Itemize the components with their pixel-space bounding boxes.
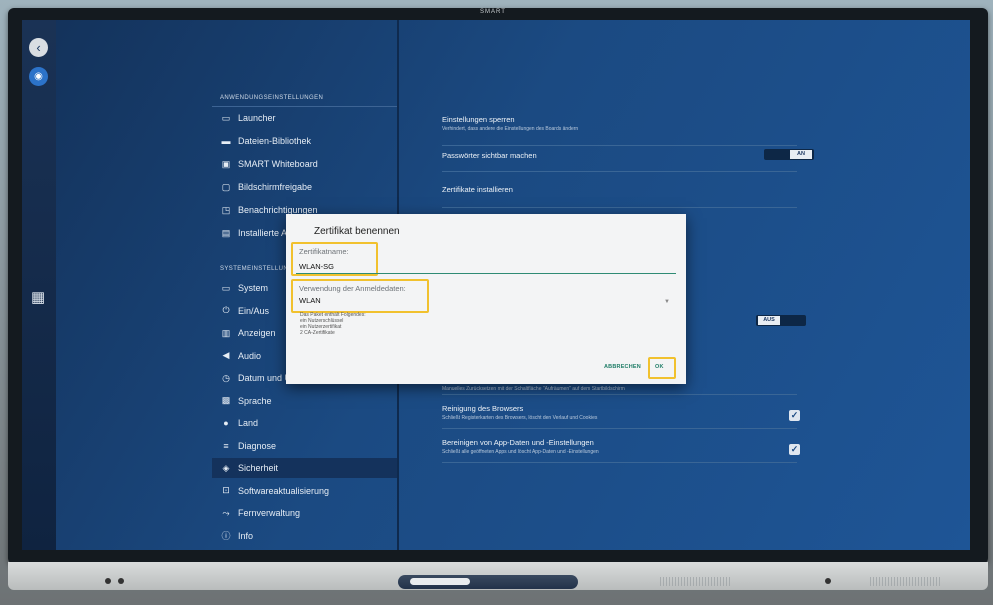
package-contents: Das Paket enthält Folgendes: ein Nutzers… [300, 312, 366, 336]
install-certs-title: Zertifikate installieren [442, 185, 513, 194]
menu-item-label: Audio [238, 350, 262, 361]
sensor-icon [825, 578, 831, 584]
home-icon[interactable]: ◉ [29, 67, 48, 86]
menu-item-label: Sprache [238, 395, 272, 406]
menu-item-label: Dateien-Bibliothek [238, 136, 312, 146]
apps-icon: ▤ [221, 227, 231, 238]
back-icon[interactable]: ‹ [29, 38, 48, 57]
toggle-on-label: AN [790, 150, 812, 159]
menu-item-label: Fernverwaltung [238, 508, 301, 518]
certificate-name-input[interactable]: WLAN-SG [299, 262, 334, 271]
certificate-name-dialog: Zertifikat benennen Zertifikatname: WLAN… [286, 214, 686, 384]
menu-item[interactable]: ◈ Sicherheit [212, 458, 397, 478]
notification-icon: ◳ [221, 204, 231, 215]
monitor-icon: ▭ [221, 282, 231, 293]
menu-item[interactable]: ⤳ Fernverwaltung [212, 503, 397, 523]
menu-item-label: SMART Whiteboard [238, 159, 318, 169]
language-icon: ▩ [221, 395, 231, 405]
shield-icon: ◈ [222, 462, 230, 473]
menu-item[interactable]: ▭ Launcher [212, 108, 397, 128]
appdata-cleanup-title: Bereinigen von App-Daten und -Einstellun… [442, 438, 594, 447]
window-icon: ▭ [221, 112, 231, 123]
device-brand: SMART [480, 9, 506, 15]
info-icon: ⓘ [221, 531, 231, 541]
ok-button[interactable]: OK [655, 364, 664, 370]
menu-item[interactable]: ▩ Sprache [212, 391, 397, 411]
whiteboard-icon: ▣ [221, 158, 231, 169]
menu-item-label: Ein/Aus [238, 305, 270, 316]
auto-cleanup-toggle[interactable]: AUS [756, 315, 806, 326]
update-icon: ⊡ [222, 485, 230, 495]
input-button-icon[interactable] [118, 578, 124, 584]
manual-reset-subtitle: Manuelles Zurücksetzen mit der Schaltflä… [442, 386, 625, 392]
chevron-down-icon[interactable]: ▼ [664, 299, 670, 305]
menu-item-label: Softwareaktualisierung [238, 485, 330, 496]
lock-settings-title: Einstellungen sperren [442, 115, 515, 124]
speaker-icon: ◀ [222, 350, 230, 360]
menu-item-label: Sicherheit [238, 463, 279, 473]
menu-item-label: Info [238, 530, 254, 541]
appdata-cleanup-row: Bereinigen von App-Daten und -Einstellun… [442, 438, 797, 463]
install-certs-row[interactable]: Zertifikate installieren [442, 185, 797, 208]
menu-item-label: Anzeigen [238, 328, 276, 338]
appdata-cleanup-subtitle: Schließt alle geöffneten Apps und löscht… [442, 449, 599, 455]
remote-icon: ⤳ [222, 507, 230, 518]
menu-item-label: Diagnose [238, 440, 277, 451]
browser-cleanup-checkbox[interactable]: ✓ [789, 410, 800, 421]
show-passwords-title: Passwörter sichtbar machen [442, 151, 537, 160]
clock-icon: ◷ [222, 372, 230, 383]
show-passwords-row: Passwörter sichtbar machen [442, 151, 797, 172]
menu-item[interactable]: ⓘ Info [212, 526, 397, 546]
menu-item[interactable]: ● Land [212, 413, 397, 433]
menu-item-label: System [238, 283, 269, 293]
lock-settings-row[interactable]: Einstellungen sperren Verhindert, dass a… [442, 115, 797, 146]
screen-share-icon: ▢ [221, 181, 231, 192]
package-line: 2 CA-Zertifikate [300, 330, 335, 336]
menu-divider [212, 106, 397, 107]
lock-settings-subtitle: Verhindert, dass andere die Einstellunge… [442, 126, 579, 132]
app-settings-heading: ANWENDUNGSEINSTELLUNGEN [220, 95, 324, 101]
credential-usage-select[interactable]: WLAN [299, 296, 321, 305]
location-icon: ● [223, 418, 229, 428]
browser-cleanup-row: Reinigung des Browsers Schließt Register… [442, 404, 797, 429]
menu-item-label: Bildschirmfreigabe [238, 182, 313, 192]
speaker-grill [870, 577, 940, 586]
name-input-underline [296, 273, 676, 274]
list-icon: ≡ [223, 440, 229, 451]
left-rail: ‹ ◉ ▦ [22, 20, 56, 550]
cancel-button[interactable]: ABBRECHEN [604, 364, 641, 370]
browser-cleanup-subtitle: Schließt Registerkarten des Browsers, lö… [442, 415, 598, 421]
apps-grid-icon[interactable]: ▦ [31, 288, 45, 306]
pen-icon[interactable] [410, 578, 470, 585]
speaker-grill [660, 577, 730, 586]
menu-item[interactable]: ≡ Diagnose [212, 436, 397, 456]
browser-cleanup-title: Reinigung des Browsers [442, 404, 524, 413]
menu-item-label: Land [238, 418, 259, 428]
display-icon: ▥ [221, 327, 231, 338]
power-icon: ⏻ [222, 305, 230, 315]
menu-item[interactable]: ▬ Dateien-Bibliothek [212, 131, 397, 151]
menu-item[interactable]: ▢ Bildschirmfreigabe [212, 177, 397, 197]
manual-reset-row: Manuelles Zurücksetzen mit der Schaltflä… [442, 384, 797, 395]
appdata-cleanup-checkbox[interactable]: ✓ [789, 444, 800, 455]
show-passwords-toggle[interactable]: AN [764, 149, 814, 160]
certificate-name-label: Zertifikatname: [299, 247, 349, 256]
menu-item-label: Launcher [238, 113, 276, 123]
menu-item[interactable]: ⊡ Softwareaktualisierung [212, 481, 397, 501]
credential-usage-label: Verwendung der Anmeldedaten: [299, 284, 406, 293]
dialog-title: Zertifikat benennen [314, 226, 400, 237]
folder-icon: ▬ [221, 136, 231, 146]
menu-item[interactable]: ▣ SMART Whiteboard [212, 154, 397, 174]
toggle-off-label: AUS [758, 316, 780, 325]
power-button-icon[interactable] [105, 578, 111, 584]
